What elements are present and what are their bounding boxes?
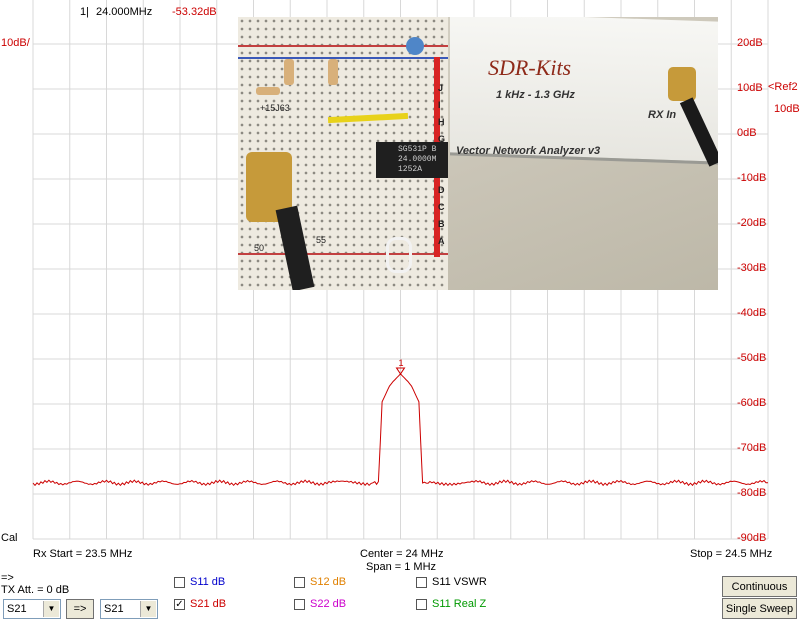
breadboard-column-label: H	[438, 117, 445, 127]
marker-value: -53.32dB	[172, 6, 217, 18]
row-label-50: 50	[254, 243, 265, 253]
checkbox-label: S11 dB	[190, 576, 226, 588]
s-param-select-left-value: S21	[7, 603, 27, 615]
y-tick-label: 0dB	[737, 127, 757, 139]
checkbox-s22-db[interactable]	[294, 599, 305, 610]
checkbox-label: S11 VSWR	[432, 576, 487, 588]
checkbox-s11-real-z[interactable]	[416, 599, 427, 610]
y-tick-label: -80dB	[737, 487, 767, 499]
chip-line-3: 1252A	[398, 165, 423, 174]
y-tick-label: -10dB	[737, 172, 767, 184]
arrow-label: =>	[1, 572, 14, 584]
y-tick-label: -90dB	[737, 532, 767, 544]
rx-start: Rx Start = 23.5 MHz	[33, 548, 133, 560]
cal-label: Cal	[1, 532, 18, 544]
y-tick-label: 20dB	[737, 37, 763, 49]
center-frequency: Center = 24 MHz	[360, 548, 444, 560]
vna-brand: SDR-Kits	[488, 55, 572, 80]
chip-line-2: 24.0000M	[398, 155, 437, 164]
checkbox-label: S22 dB	[310, 598, 347, 610]
copy-arrow-button[interactable]: =>	[66, 599, 94, 619]
row-label-55: 55	[316, 235, 327, 245]
checkbox-label: S11 Real Z	[432, 598, 487, 610]
vna-rx-in: RX In	[648, 109, 677, 121]
checkbox-s12-db[interactable]	[294, 577, 305, 588]
y-tick-label: -30dB	[737, 262, 767, 274]
y-tick-label: -60dB	[737, 397, 767, 409]
chevron-down-icon: ▼	[140, 601, 156, 617]
resistor-code: +15J63	[260, 103, 290, 113]
y-tick-label: -40dB	[737, 307, 767, 319]
ref-label: <Ref2	[768, 81, 798, 93]
marker-cursor-icon: |	[86, 6, 89, 18]
tx-attenuation: TX Att. = 0 dB	[1, 584, 70, 596]
y-tick-label: -50dB	[737, 352, 767, 364]
y-tick-label: -20dB	[737, 217, 767, 229]
checkbox-s11-db[interactable]	[174, 577, 185, 588]
scale-label: 10dB/	[1, 37, 30, 49]
continuous-button[interactable]: Continuous	[722, 576, 797, 597]
breadboard-column-label: C	[438, 202, 445, 212]
marker-label: 1	[399, 358, 404, 368]
breadboard-column-label: I	[438, 100, 441, 110]
overlay-photo: +15J63 50 55 JIHGFEDCBA SDR-Kits 1 kHz -…	[238, 17, 718, 290]
s-param-select-left[interactable]: S21 ▼	[3, 599, 61, 619]
breadboard-column-label: B	[438, 219, 445, 229]
chevron-down-icon: ▼	[43, 601, 59, 617]
y-tick-label: 10dB	[737, 82, 763, 94]
marker-frequency: 24.000MHz	[96, 6, 153, 18]
single-sweep-button[interactable]: Single Sweep	[722, 598, 797, 619]
breadboard-column-label: D	[438, 185, 445, 195]
s-param-select-right[interactable]: S21 ▼	[100, 599, 158, 619]
stop-frequency: Stop = 24.5 MHz	[690, 548, 773, 560]
ref-value: 10dB	[774, 103, 800, 115]
checkbox-label: S12 dB	[310, 576, 347, 588]
vna-product-name: Vector Network Analyzer v3	[456, 145, 601, 157]
crystal-oscillator-chip: SG531P B 24.0000M 1252A	[376, 142, 448, 178]
s-param-select-right-value: S21	[104, 603, 124, 615]
y-tick-label: -70dB	[737, 442, 767, 454]
checkbox-label: S21 dB	[190, 598, 227, 610]
chip-line-1: SG531P B	[398, 145, 437, 154]
vna-range: 1 kHz - 1.3 GHz	[496, 89, 575, 101]
checkbox-s21-db[interactable]: ✓	[174, 599, 185, 610]
checkbox-s11-vswr[interactable]	[416, 577, 427, 588]
breadboard-column-label: J	[438, 83, 444, 93]
breadboard-column-label: A	[438, 236, 445, 246]
span: Span = 1 MHz	[366, 561, 437, 573]
